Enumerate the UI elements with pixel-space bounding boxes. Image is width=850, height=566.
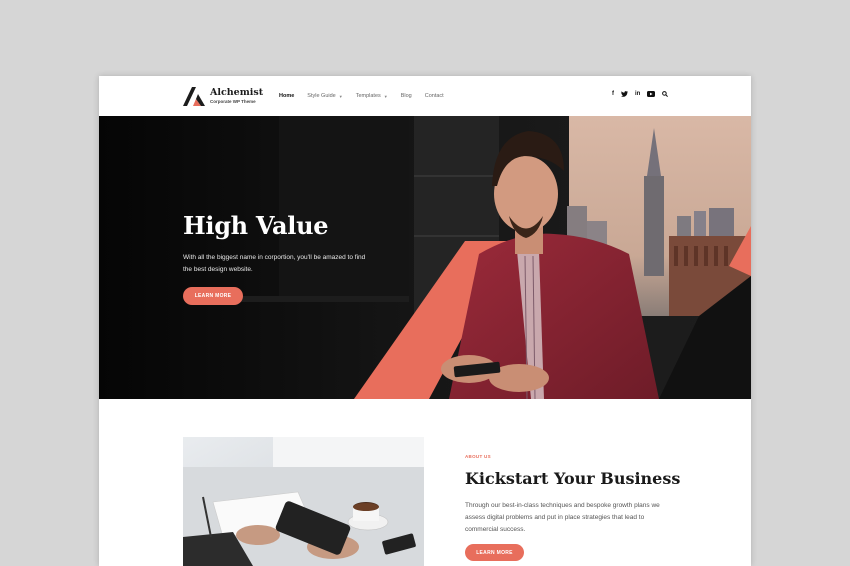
search-icon[interactable] — [662, 91, 669, 97]
nav-item-templates[interactable]: Templates ▼ — [356, 93, 388, 99]
nav-item-label: Home — [279, 93, 295, 99]
linkedin-icon[interactable]: in — [635, 91, 640, 97]
nav-item-contact[interactable]: Contact — [425, 93, 444, 99]
about-section-title: Kickstart Your Business — [465, 469, 681, 488]
nav-item-blog[interactable]: Blog — [401, 93, 412, 99]
main-nav: Home Style Guide ▼ Templates ▼ Blog Cont… — [279, 93, 457, 99]
chevron-down-icon: ▼ — [383, 93, 388, 99]
brand-tagline: Corporate WP Theme — [210, 98, 256, 104]
brand-name: Alchemist — [210, 87, 264, 98]
site-logo[interactable]: Alchemist Corporate WP Theme — [183, 86, 263, 106]
hero-section: High Value With all the biggest name in … — [99, 116, 751, 399]
nav-item-label: Style Guide — [307, 93, 336, 99]
nav-item-home[interactable]: Home — [279, 93, 294, 99]
logo-mark-icon — [183, 87, 205, 106]
social-links: f in — [612, 91, 669, 97]
about-image — [183, 437, 424, 566]
nav-item-label: Templates — [355, 93, 381, 99]
tablet-desk-photo — [183, 437, 424, 566]
hero-learn-more-button[interactable]: LEARN MORE — [183, 287, 243, 305]
about-learn-more-button[interactable]: LEARN MORE — [465, 544, 524, 561]
about-section-label: ABOUT US — [465, 454, 491, 459]
nav-item-style-guide[interactable]: Style Guide ▼ — [307, 93, 342, 99]
nav-item-label: Contact — [424, 93, 444, 99]
about-section-description: Through our best-in-class techniques and… — [465, 502, 660, 533]
browser-window: Alchemist Corporate WP Theme Home Style … — [99, 76, 751, 566]
youtube-icon[interactable] — [647, 91, 656, 97]
chevron-down-icon: ▼ — [338, 93, 343, 99]
hero-title: High Value — [183, 211, 329, 240]
site-header: Alchemist Corporate WP Theme Home Style … — [99, 76, 751, 116]
facebook-icon[interactable]: f — [612, 91, 614, 97]
twitter-icon[interactable] — [621, 91, 628, 97]
nav-item-label: Blog — [400, 93, 412, 99]
hero-description: With all the biggest name in corportion,… — [183, 254, 366, 273]
